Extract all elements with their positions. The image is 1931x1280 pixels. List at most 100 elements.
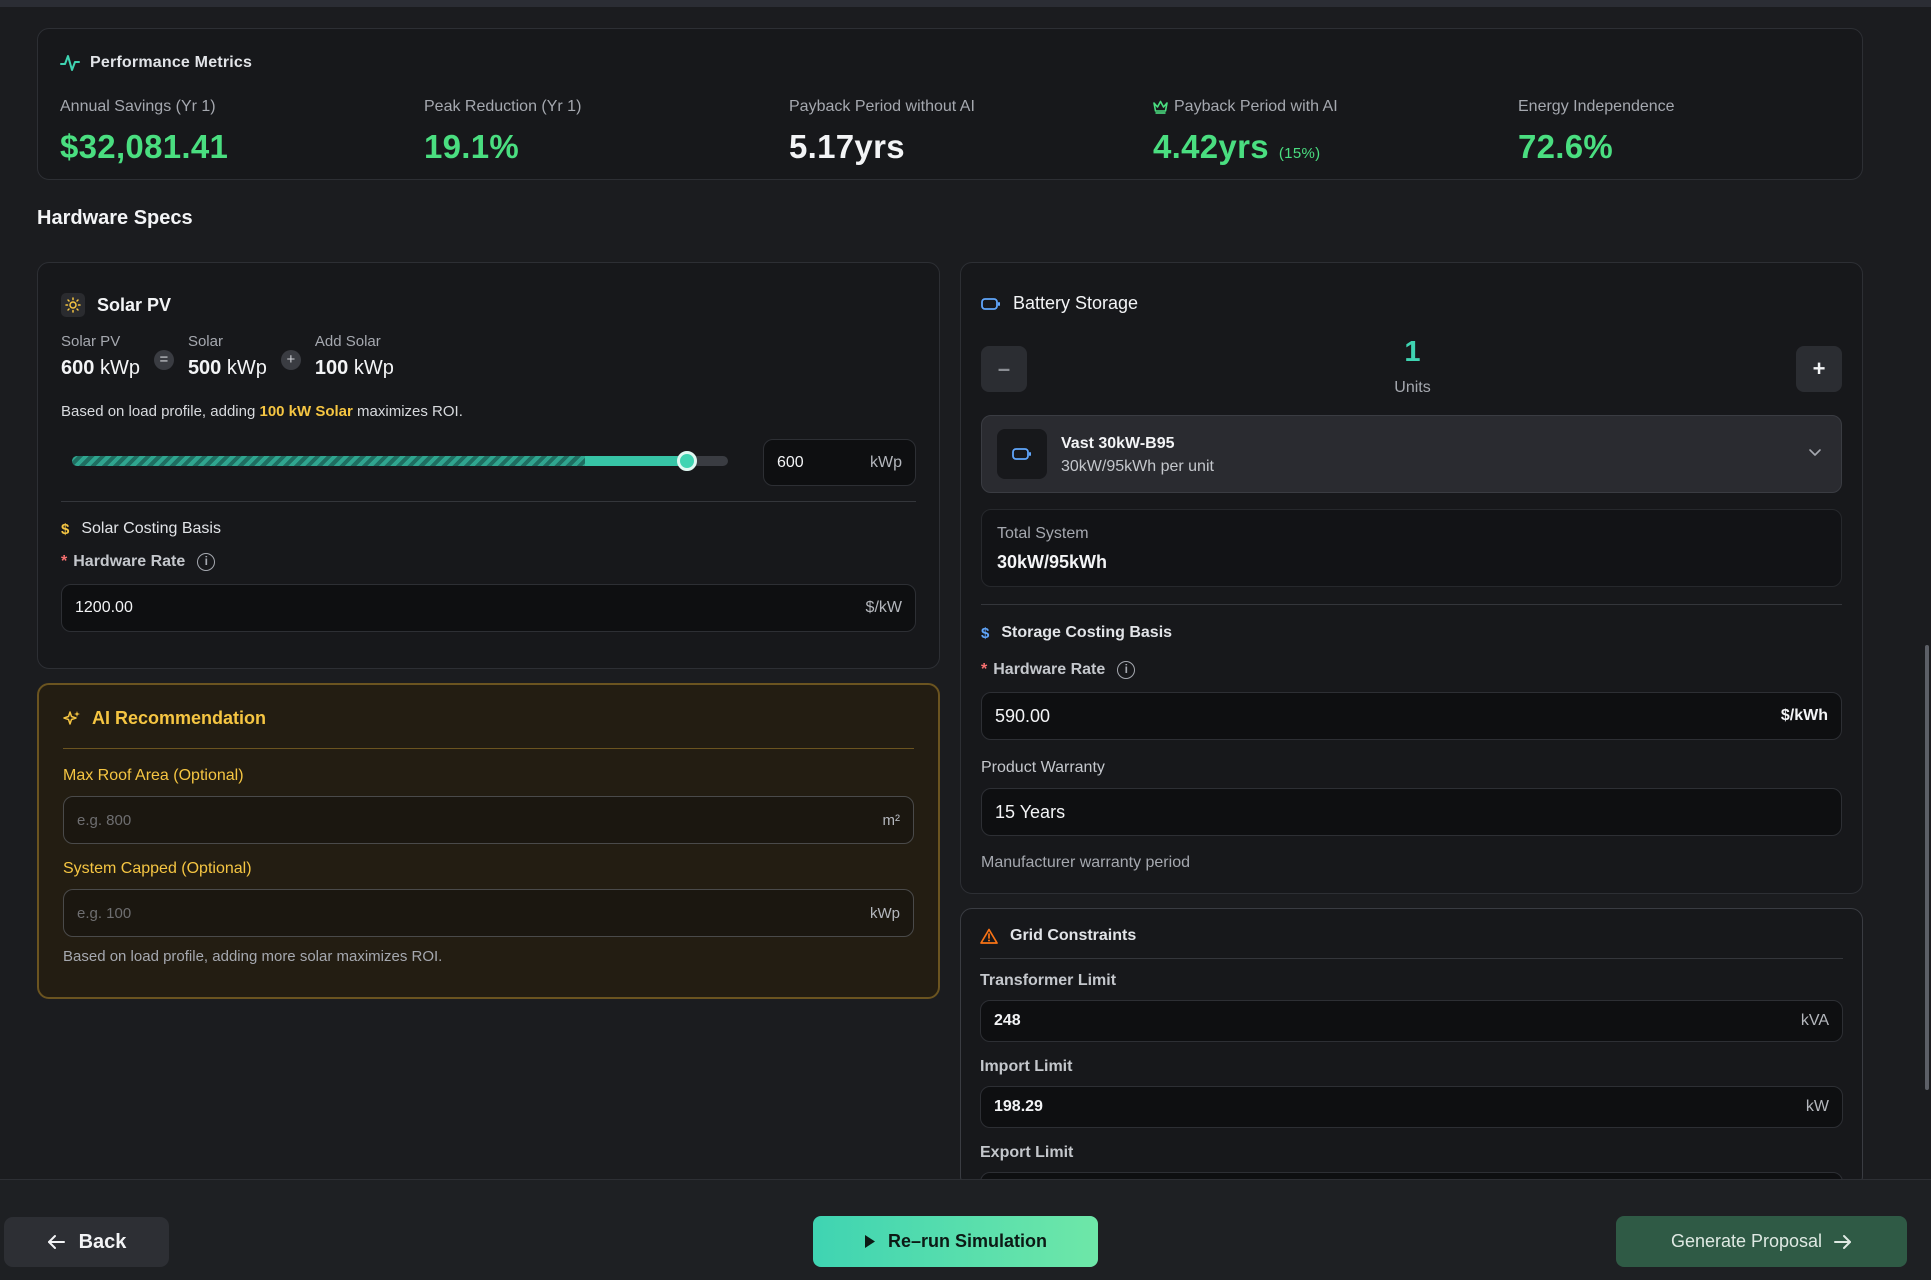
import-limit-value[interactable]: 198.29 bbox=[994, 1098, 1043, 1116]
ai-recommendation-card: AI Recommendation Max Roof Area (Optiona… bbox=[37, 683, 940, 999]
battery-product-name: Vast 30kW-B95 bbox=[1061, 435, 1175, 452]
metric-label: Peak Reduction (Yr 1) bbox=[424, 98, 582, 115]
metric-improvement-badge: (15%) bbox=[1278, 145, 1321, 162]
export-limit-input[interactable] bbox=[980, 1172, 1843, 1179]
ai-recommendation-note: Based on load profile, adding more solar… bbox=[63, 948, 443, 965]
storage-hardware-rate-label: * Hardware Rate i bbox=[981, 661, 1136, 679]
battery-units-count: 1 bbox=[1404, 336, 1421, 368]
calc-unit: kWp bbox=[226, 357, 267, 379]
storage-hardware-rate-input[interactable]: 590.00 $/kWh bbox=[981, 692, 1842, 740]
chevron-down-icon[interactable] bbox=[1807, 444, 1823, 460]
battery-divider bbox=[981, 604, 1842, 605]
total-system-label: Total System bbox=[997, 525, 1089, 542]
performance-metrics-card: Performance Metrics Annual Savings (Yr 1… bbox=[37, 28, 1863, 180]
solar-hardware-rate-unit: $/kW bbox=[865, 599, 902, 616]
slider-handle[interactable] bbox=[677, 451, 697, 471]
performance-metrics-header: Performance Metrics bbox=[60, 54, 252, 72]
generate-proposal-button[interactable]: Generate Proposal bbox=[1616, 1216, 1907, 1267]
solar-added-capacity: Add Solar 100 kWp bbox=[315, 333, 394, 380]
solar-capacity-input[interactable]: 600 kWp bbox=[763, 439, 916, 486]
system-capped-input[interactable]: e.g. 100 kWp bbox=[63, 889, 914, 937]
system-capped-unit: kWp bbox=[870, 904, 900, 922]
arrow-right-icon bbox=[1834, 1234, 1852, 1250]
activity-pulse-icon bbox=[60, 54, 80, 72]
field-label-text: Hardware Rate bbox=[73, 553, 186, 570]
solar-divider bbox=[61, 501, 916, 502]
solar-costing-title: Solar Costing Basis bbox=[81, 520, 221, 537]
top-bar bbox=[0, 0, 1931, 7]
metric-value: 4.42yrs (15%) bbox=[1153, 128, 1338, 166]
metric-energy-independence: Energy Independence 72.6% bbox=[1518, 98, 1675, 166]
solar-hardware-rate-value[interactable]: 1200.00 bbox=[75, 599, 133, 617]
main-scroll-area[interactable]: Performance Metrics Annual Savings (Yr 1… bbox=[0, 7, 1920, 1179]
performance-metrics-title: Performance Metrics bbox=[90, 54, 253, 71]
warning-triangle-icon bbox=[980, 928, 998, 944]
dollar-icon: $ bbox=[61, 520, 70, 538]
calc-value: 100 kWp bbox=[315, 357, 394, 380]
product-warranty-select[interactable]: 15 Years bbox=[981, 788, 1842, 836]
battery-storage-title: Battery Storage bbox=[1013, 293, 1139, 313]
calc-label: Add Solar bbox=[314, 333, 381, 350]
metric-annual-savings: Annual Savings (Yr 1) $32,081.41 bbox=[60, 98, 228, 166]
storage-costing-header: $ Storage Costing Basis bbox=[981, 624, 1172, 642]
calc-value: 600 kWp bbox=[61, 357, 140, 380]
product-warranty-value[interactable]: 15 Years bbox=[995, 802, 1065, 823]
solar-pv-title: Solar PV bbox=[97, 294, 172, 315]
scrollbar-thumb[interactable] bbox=[1925, 645, 1929, 1090]
back-button[interactable]: Back bbox=[4, 1217, 169, 1267]
crown-icon bbox=[1153, 100, 1168, 114]
import-limit-label: Import Limit bbox=[980, 1058, 1073, 1075]
calc-label: Solar PV bbox=[61, 333, 121, 350]
metric-value: 5.17yrs bbox=[789, 128, 905, 165]
solar-capacity-breakdown: Solar PV 600 kWp = Solar 500 kWp + Add S… bbox=[61, 333, 394, 380]
system-capped-placeholder[interactable]: e.g. 100 bbox=[77, 905, 131, 922]
calc-label: Solar bbox=[187, 333, 223, 350]
transformer-limit-input[interactable]: 248 kVA bbox=[980, 1000, 1843, 1042]
max-roof-area-unit: m² bbox=[882, 811, 901, 829]
required-asterisk: * bbox=[981, 661, 988, 678]
rerun-simulation-label: Re–run Simulation bbox=[887, 1231, 1048, 1251]
warranty-note: Manufacturer warranty period bbox=[981, 854, 1190, 871]
product-warranty-label: Product Warranty bbox=[981, 759, 1105, 776]
info-icon[interactable]: i bbox=[197, 553, 216, 571]
hardware-specs-title: Hardware Specs bbox=[37, 207, 193, 229]
solar-hardware-rate-input[interactable]: 1200.00 $/kW bbox=[61, 584, 916, 632]
battery-product-select[interactable]: Vast 30kW-B95 30kW/95kWh per unit bbox=[981, 415, 1842, 493]
slider-added-fill bbox=[584, 456, 687, 466]
metric-value: $32,081.41 bbox=[60, 128, 229, 165]
metric-label: Energy Independence bbox=[1518, 98, 1675, 115]
battery-icon bbox=[981, 297, 1001, 310]
metric-peak-reduction: Peak Reduction (Yr 1) 19.1% bbox=[424, 98, 581, 166]
storage-hardware-rate-value[interactable]: 590.00 bbox=[995, 706, 1050, 727]
increase-units-button[interactable]: + bbox=[1796, 346, 1842, 392]
solar-costing-header: $ Solar Costing Basis bbox=[61, 520, 221, 538]
max-roof-area-label: Max Roof Area (Optional) bbox=[63, 767, 244, 784]
solar-capacity-value[interactable]: 600 bbox=[777, 454, 804, 472]
info-icon[interactable]: i bbox=[1117, 661, 1136, 679]
max-roof-area-placeholder[interactable]: e.g. 800 bbox=[77, 812, 131, 829]
grid-constraints-card: Grid Constraints Transformer Limit 248 k… bbox=[960, 908, 1863, 1179]
transformer-limit-value[interactable]: 248 bbox=[994, 1012, 1021, 1030]
calc-number: 600 bbox=[61, 357, 95, 379]
solar-capacity-slider[interactable] bbox=[72, 456, 728, 466]
generate-proposal-label: Generate Proposal bbox=[1670, 1231, 1823, 1251]
battery-storage-header: Battery Storage bbox=[981, 293, 1138, 314]
solar-hardware-rate-label: * Hardware Rate i bbox=[61, 553, 216, 571]
solar-base-capacity: Solar 500 kWp bbox=[188, 333, 267, 380]
hint-text: Based on load profile, adding bbox=[61, 403, 260, 420]
battery-storage-card: Battery Storage – 1 Units + Vast 30kW-B9… bbox=[960, 262, 1863, 894]
equals-icon: = bbox=[153, 350, 174, 370]
rerun-simulation-button[interactable]: Re–run Simulation bbox=[813, 1216, 1098, 1267]
max-roof-area-input[interactable]: e.g. 800 m² bbox=[63, 796, 914, 844]
grid-constraints-header: Grid Constraints bbox=[980, 927, 1136, 945]
transformer-limit-label: Transformer Limit bbox=[980, 972, 1117, 989]
battery-product-spec: 30kW/95kWh per unit bbox=[1061, 458, 1214, 475]
import-limit-input[interactable]: 198.29 kW bbox=[980, 1086, 1843, 1128]
metric-payback-with-ai: Payback Period with AI 4.42yrs (15%) bbox=[1153, 98, 1338, 166]
footer-action-bar: Back Re–run Simulation Generate Proposal bbox=[0, 1179, 1931, 1280]
solar-pv-header: Solar PV bbox=[61, 293, 171, 317]
storage-costing-title: Storage Costing Basis bbox=[1001, 624, 1173, 641]
transformer-limit-unit: kVA bbox=[1800, 1012, 1829, 1029]
field-label-text: Hardware Rate bbox=[993, 661, 1106, 678]
hint-highlight: 100 kW Solar bbox=[259, 403, 353, 420]
